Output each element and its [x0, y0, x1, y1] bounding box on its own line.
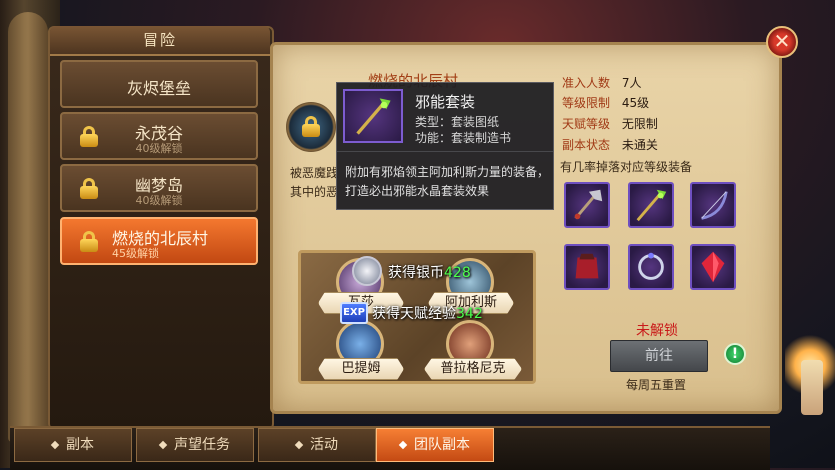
info-row-players: 准入人数 7人 — [562, 74, 641, 91]
staff-icon[interactable] — [628, 182, 674, 228]
stage-name: 灰烬堡垒 — [126, 79, 191, 98]
statue-decoration — [8, 12, 48, 442]
info-value: 45级 — [621, 96, 650, 110]
exp-label: 获得天赋经验 — [372, 306, 456, 322]
stage-unlock-level: 40级解锁 — [135, 142, 183, 155]
exp-value: 342 — [456, 306, 483, 322]
tab-label: 声望任务 — [174, 437, 230, 453]
info-label: 副本状态 — [562, 138, 611, 152]
tooltip-item-type: 类型：套装图纸 — [415, 115, 500, 129]
stage-item-3[interactable]: 燃烧的北辰村 45级解锁 — [60, 217, 258, 265]
tooltip-description: 附加有邪焰领主阿加利斯力量的装备，打造必出邪能水晶套装效果 — [345, 165, 550, 198]
diamond-icon — [50, 440, 60, 450]
stage-unlock-level: 40级解锁 — [135, 194, 183, 207]
info-row-level: 等级限制 45级 — [562, 94, 649, 111]
gem-icon[interactable] — [690, 244, 736, 290]
info-row-status: 副本状态 未通关 — [562, 136, 658, 153]
unlock-status: 未解锁 — [636, 323, 678, 339]
stage-unlock-level: 45级解锁 — [112, 247, 159, 260]
tab-label: 活动 — [310, 437, 338, 453]
info-row-talent: 天赋等级 无限制 — [562, 115, 658, 132]
tab-label: 副本 — [66, 437, 94, 453]
exp-icon: EXP — [340, 302, 368, 324]
lock-icon — [302, 116, 320, 137]
item-tooltip: 邪能套装 类型：套装图纸 功能：套装制造书 附加有邪焰领主阿加利斯力量的装备，打… — [336, 82, 554, 210]
tooltip-item-name: 邪能套装 — [415, 93, 476, 111]
stage-item-2[interactable]: 幽梦岛 40级解锁 — [60, 164, 258, 212]
diamond-icon — [158, 440, 168, 450]
go-button[interactable]: 前往 — [610, 340, 708, 372]
bow-icon[interactable] — [690, 182, 736, 228]
axe-icon[interactable] — [564, 182, 610, 228]
armor-icon[interactable] — [564, 244, 610, 290]
tab-events[interactable]: 活动 — [258, 428, 376, 462]
silver-label: 获得银币 — [388, 265, 444, 281]
ring-icon[interactable] — [628, 244, 674, 290]
info-value: 7人 — [621, 76, 642, 90]
info-label: 天赋等级 — [562, 117, 611, 131]
tab-dungeon[interactable]: 副本 — [14, 428, 132, 462]
info-value: 未通关 — [621, 138, 658, 152]
silver-reward: 获得银币428 — [388, 262, 471, 282]
boss-name: 普拉格尼克 — [424, 358, 522, 380]
boss-name: 巴提姆 — [318, 358, 404, 380]
panel-title: 冒险 — [50, 26, 270, 56]
stage-portal-icon — [286, 102, 336, 152]
weekly-reset-text: 每周五重置 — [626, 378, 687, 392]
silver-coin-icon — [352, 256, 382, 286]
diamond-icon — [294, 440, 304, 450]
silver-value: 428 — [444, 265, 471, 281]
tooltip-divider — [337, 151, 553, 152]
drop-title: 有几率掉落对应等级装备 — [560, 160, 693, 174]
tab-raid[interactable]: 团队副本 — [376, 428, 494, 462]
info-label: 准入人数 — [562, 76, 611, 90]
stage-item-0[interactable]: 灰烬堡垒 — [60, 60, 258, 108]
close-button[interactable]: ✕ — [766, 26, 798, 58]
info-label: 等级限制 — [562, 96, 611, 110]
tooltip-item-function: 功能：套装制造书 — [415, 131, 512, 145]
tab-reputation-quests[interactable]: 声望任务 — [136, 428, 254, 462]
tab-label: 团队副本 — [414, 437, 470, 453]
stage-item-1[interactable]: 永茂谷 40级解锁 — [60, 112, 258, 160]
info-value: 无限制 — [621, 117, 658, 131]
staff-icon — [343, 89, 403, 143]
diamond-icon — [398, 440, 408, 450]
exclamation-icon[interactable]: ! — [724, 343, 746, 365]
candle-decoration — [801, 360, 823, 415]
exp-reward: 获得天赋经验342 — [372, 303, 483, 323]
